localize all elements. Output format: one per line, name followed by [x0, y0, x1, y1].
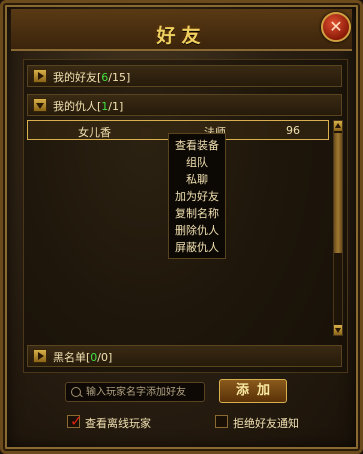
close-icon: ✕ — [329, 17, 343, 36]
context-menu: 查看装备 组队 私聊 加为好友 复制名称 删除仇人 屏蔽仇人 — [168, 133, 226, 259]
add-friend-button[interactable]: 添加 — [219, 379, 287, 403]
menu-item-view-equipment[interactable]: 查看装备 — [169, 137, 225, 154]
menu-item-copy-name[interactable]: 复制名称 — [169, 205, 225, 222]
group-header-enemies[interactable]: 我的仇人[1/1] — [27, 94, 342, 116]
group-label-friends: 我的好友[6/15] — [53, 71, 131, 84]
window-title: 好友 — [156, 25, 207, 47]
group-label-blacklist: 黑名单[0/0] — [53, 351, 113, 364]
title-bar[interactable]: 好友 — [11, 9, 352, 51]
show-offline-checkbox[interactable]: ✓ — [67, 412, 83, 430]
scroll-up-icon[interactable] — [334, 121, 342, 131]
expand-arrow-icon[interactable] — [33, 349, 47, 363]
check-icon: ✓ — [70, 412, 83, 430]
search-input[interactable] — [86, 384, 202, 400]
player-name: 女儿香 — [78, 126, 111, 139]
list-scrollbar[interactable] — [333, 120, 343, 336]
menu-item-delete-enemy[interactable]: 删除仇人 — [169, 222, 225, 239]
group-header-blacklist[interactable]: 黑名单[0/0] — [27, 345, 342, 367]
close-button[interactable]: ✕ — [321, 12, 351, 42]
scroll-thumb[interactable] — [334, 133, 342, 253]
menu-item-block-enemy[interactable]: 屏蔽仇人 — [169, 239, 225, 256]
search-icon — [71, 387, 81, 397]
menu-item-invite-team[interactable]: 组队 — [169, 154, 225, 171]
reject-requests-label: 拒绝好友通知 — [233, 417, 299, 430]
reject-requests-checkbox[interactable] — [215, 415, 228, 428]
search-field[interactable] — [65, 382, 205, 402]
collapse-arrow-icon[interactable] — [33, 98, 47, 112]
scroll-down-icon[interactable] — [334, 325, 342, 335]
player-level: 96 — [286, 124, 300, 137]
menu-item-add-friend[interactable]: 加为好友 — [169, 188, 225, 205]
show-offline-label: 查看离线玩家 — [85, 417, 151, 430]
menu-item-private-chat[interactable]: 私聊 — [169, 171, 225, 188]
friends-window: 好友 ✕ 我的好友[6/15] 我的仇人[1/1] 女儿香 法师 96 查看装备… — [0, 0, 363, 454]
group-label-enemies: 我的仇人[1/1] — [53, 100, 124, 113]
expand-arrow-icon[interactable] — [33, 69, 47, 83]
group-header-friends[interactable]: 我的好友[6/15] — [27, 65, 342, 87]
